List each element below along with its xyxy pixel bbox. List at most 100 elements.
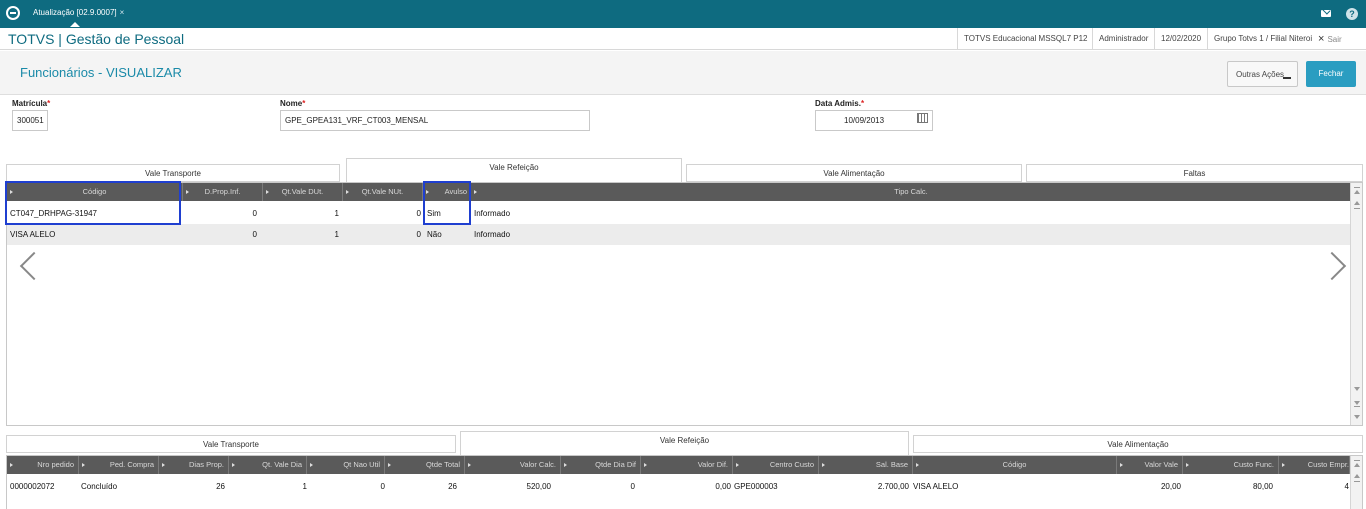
close-button[interactable]: Fechar — [1306, 61, 1356, 87]
cell-valor-vale: 20,00 — [1160, 482, 1181, 491]
totvs-logo-icon[interactable] — [6, 6, 20, 20]
page-up-icon — [1354, 201, 1360, 205]
help-icon[interactable]: ? — [1346, 8, 1358, 20]
column-valor-dif[interactable]: Valor Dif. — [641, 456, 733, 474]
sort-arrow-icon — [564, 463, 567, 467]
cell-d-prop: 0 — [252, 230, 257, 239]
cell-tipo-calc: Informado — [474, 230, 511, 239]
column-qt-vale-dut[interactable]: Qt.Vale DUt. — [263, 183, 343, 201]
scroll-down-icon — [1354, 387, 1360, 391]
sort-arrow-icon — [82, 463, 85, 467]
column-codigo[interactable]: Código — [913, 456, 1117, 474]
matricula-field[interactable]: 300051 — [12, 110, 48, 131]
tab-vale-transporte[interactable]: Vale Transporte — [6, 164, 340, 182]
cell-qt-nut: 0 — [416, 209, 421, 218]
cell-tipo-calc: Informado — [474, 209, 511, 218]
tab-close-icon[interactable]: × — [120, 8, 125, 17]
sort-arrow-icon — [1282, 463, 1285, 467]
user-info[interactable]: Administrador — [1092, 28, 1154, 50]
tab-vale-transporte-bottom[interactable]: Vale Transporte — [6, 435, 456, 453]
page-down-icon — [1354, 401, 1360, 405]
column-qt-nao-util[interactable]: Qt Nao Util — [307, 456, 385, 474]
vertical-scrollbar[interactable] — [1350, 456, 1362, 509]
vertical-scrollbar[interactable] — [1350, 183, 1362, 425]
tab-vale-refeicao-bottom[interactable]: Vale Refeição — [460, 431, 909, 455]
table-row[interactable]: 0000002072 Concluído 26 1 0 26 520,00 0 … — [7, 476, 1350, 497]
scroll-top-icon — [1354, 187, 1360, 188]
sort-arrow-icon — [186, 190, 189, 194]
table-row[interactable]: VISA ALELO 0 1 0 Não Informado — [7, 224, 1351, 245]
column-qtde-total[interactable]: Qtde Total — [385, 456, 465, 474]
sort-arrow-icon — [266, 190, 269, 194]
scroll-up-icon — [1354, 190, 1360, 194]
sort-arrow-icon — [162, 463, 165, 467]
page-header: Funcionários - VISUALIZAR Outras Ações F… — [0, 51, 1366, 95]
sort-arrow-icon — [346, 190, 349, 194]
sort-arrow-icon — [916, 463, 919, 467]
column-valor-vale[interactable]: Valor Vale — [1117, 456, 1183, 474]
tab-vale-alimentacao-bottom[interactable]: Vale Alimentação — [913, 435, 1363, 453]
column-qt-vale-nut[interactable]: Qt.Vale NUt. — [343, 183, 423, 201]
calendar-icon[interactable] — [917, 113, 928, 123]
dropdown-icon — [1283, 76, 1291, 79]
scroll-bottom-icon — [1354, 415, 1360, 419]
cell-qtde-dia-dif: 0 — [630, 482, 635, 491]
sort-arrow-icon — [1120, 463, 1123, 467]
column-qt-vale-dia[interactable]: Qt. Vale Dia — [229, 456, 307, 474]
mail-icon[interactable] — [1321, 10, 1331, 17]
grid-header: Código D.Prop.Inf. Qt.Vale DUt. Qt.Vale … — [7, 183, 1362, 201]
page-up-icon — [1354, 474, 1360, 478]
sort-arrow-icon — [1186, 463, 1189, 467]
date-info[interactable]: 12/02/2020 — [1154, 28, 1207, 50]
column-dias-prop[interactable]: Dias Prop. — [159, 456, 229, 474]
sort-arrow-icon — [822, 463, 825, 467]
cell-dias-prop: 26 — [216, 482, 225, 491]
logout-label: Sair — [1327, 35, 1342, 44]
other-actions-button[interactable]: Outras Ações — [1227, 61, 1298, 87]
column-tipo-calc[interactable]: Tipo Calc. — [471, 183, 1351, 201]
data-admis-field[interactable]: 10/09/2013 — [815, 110, 933, 131]
scroll-top-icon — [1354, 460, 1360, 461]
tab-vale-alimentacao[interactable]: Vale Alimentação — [686, 164, 1022, 182]
scroll-up-icon — [1354, 463, 1360, 467]
sort-arrow-icon — [232, 463, 235, 467]
cell-avulso: Não — [427, 230, 442, 239]
active-tab-caret — [70, 22, 80, 27]
sort-arrow-icon — [736, 463, 739, 467]
column-custo-func[interactable]: Custo Func. — [1183, 456, 1279, 474]
vale-refeicao-grid: Código D.Prop.Inf. Qt.Vale DUt. Qt.Vale … — [6, 182, 1363, 426]
sort-arrow-icon — [388, 463, 391, 467]
column-centro-custo[interactable]: Centro Custo — [733, 456, 819, 474]
grid-header: Nro pedido Ped. Compra Dias Prop. Qt. Va… — [7, 456, 1362, 474]
column-qtde-dia-dif[interactable]: Qtde Dia Dif — [561, 456, 641, 474]
sort-arrow-icon — [474, 190, 477, 194]
app-header: TOTVS | Gestão de Pessoal TOTVS Educacio… — [0, 28, 1366, 50]
column-valor-calc[interactable]: Valor Calc. — [465, 456, 561, 474]
environment-info[interactable]: TOTVS Educacional MSSQL7 P12 — [957, 28, 1093, 50]
cell-custo-empr: 4 — [1344, 482, 1349, 491]
highlight-codigo — [5, 181, 181, 225]
column-nro-pedido[interactable]: Nro pedido — [7, 456, 79, 474]
tab-atualizacao[interactable]: Atualização [02.9.0007] × — [28, 4, 130, 27]
column-custo-empr[interactable]: Custo Empr. — [1279, 456, 1350, 474]
nome-field[interactable]: GPE_GPEA131_VRF_CT003_MENSAL — [280, 110, 590, 131]
tab-vale-refeicao[interactable]: Vale Refeição — [346, 158, 682, 182]
cell-qt-dut: 1 — [334, 209, 339, 218]
logout-button[interactable]: × Sair — [1318, 28, 1342, 50]
tab-label: Atualização [02.9.0007] — [33, 8, 117, 17]
branch-info[interactable]: Grupo Totvs 1 / Filial Niteroi — [1207, 28, 1318, 50]
sort-arrow-icon — [468, 463, 471, 467]
nome-label: Nome* — [280, 99, 306, 108]
highlight-avulso — [423, 181, 471, 225]
column-sal-base[interactable]: Sal. Base — [819, 456, 913, 474]
cell-ped-compra: Concluído — [81, 482, 118, 491]
sort-arrow-icon — [644, 463, 647, 467]
cell-custo-func: 80,00 — [1252, 482, 1273, 491]
table-row[interactable]: CT047_DRHPAG-31947 0 1 0 Sim Informado — [7, 203, 1351, 224]
cell-codigo: VISA ALELO — [913, 482, 959, 491]
column-d-prop-inf[interactable]: D.Prop.Inf. — [183, 183, 263, 201]
tab-faltas[interactable]: Faltas — [1026, 164, 1363, 182]
cell-qt-dut: 1 — [334, 230, 339, 239]
cell-qt-nao-util: 0 — [380, 482, 385, 491]
column-ped-compra[interactable]: Ped. Compra — [79, 456, 159, 474]
